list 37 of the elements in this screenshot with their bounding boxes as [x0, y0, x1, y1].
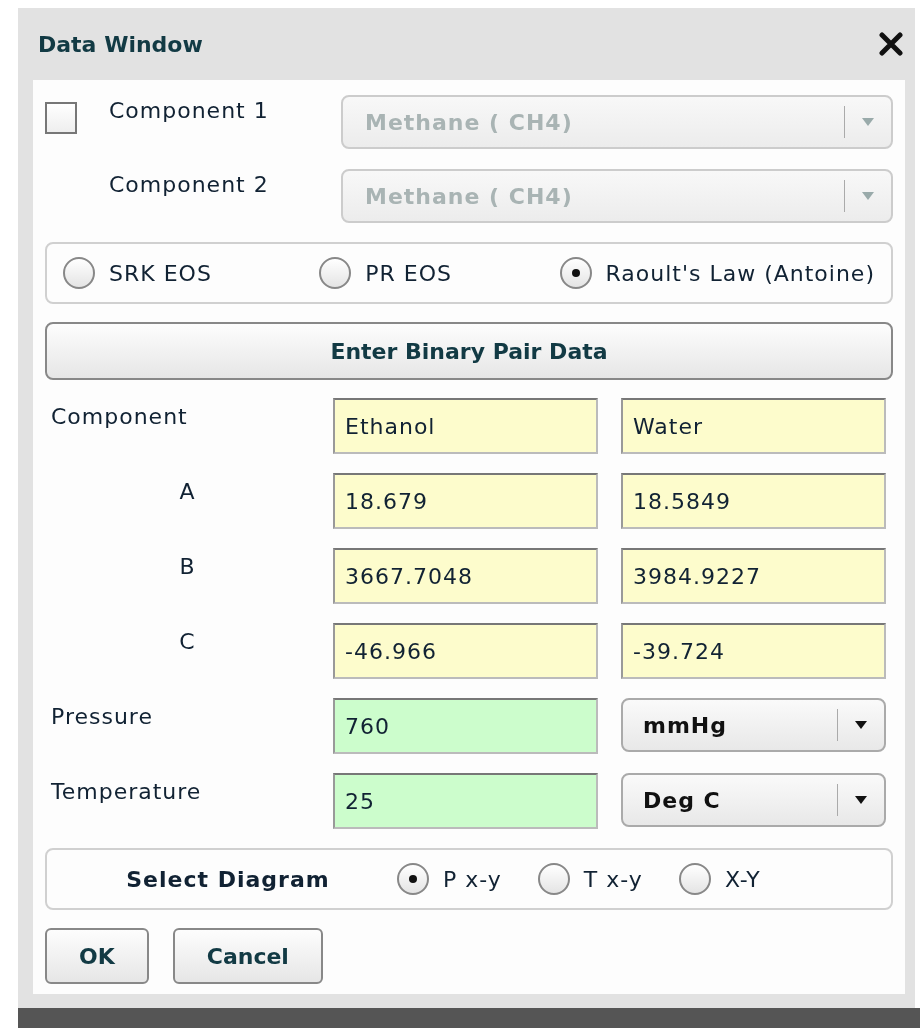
caret-icon: [854, 795, 868, 805]
window-title: Data Window: [38, 31, 203, 57]
unit-dropdown[interactable]: mmHg: [621, 698, 886, 752]
model-radio[interactable]: SRK EOS: [63, 257, 212, 289]
checkbox[interactable]: [45, 102, 77, 134]
model-radio[interactable]: Raoult's Law (Antoine): [559, 257, 875, 289]
ok-button[interactable]: OK: [45, 928, 149, 984]
close-icon[interactable]: [879, 32, 903, 56]
condition-label: Pressure: [50, 703, 154, 729]
parameter-field[interactable]: 3667.7048: [333, 548, 598, 604]
parameter-field[interactable]: 18.679: [333, 473, 598, 529]
cancel-button[interactable]: Cancel: [172, 928, 323, 984]
parameter-field[interactable]: 18.5849: [621, 473, 886, 529]
parameter-label: Component: [50, 403, 189, 429]
diagram-label: Select Diagram: [125, 866, 331, 892]
caret-icon: [861, 191, 875, 201]
component-label: Component 2: [109, 171, 270, 197]
parameter-field[interactable]: Water: [621, 398, 886, 454]
parameter-field[interactable]: -46.966: [333, 623, 598, 679]
component-label: Component 1: [109, 97, 270, 123]
diagram-radio[interactable]: X-Y: [678, 863, 761, 895]
parameter-field[interactable]: Ethanol: [333, 398, 598, 454]
parameter-field[interactable]: -39.724: [621, 623, 886, 679]
diagram-radio[interactable]: P x-y: [397, 863, 502, 895]
parameter-label: B: [178, 553, 197, 579]
condition-field[interactable]: 760: [333, 698, 598, 754]
parameter-label: C: [178, 628, 197, 654]
binary-data-button[interactable]: Enter Binary Pair Data: [45, 322, 893, 380]
diagram-radio[interactable]: T x-y: [537, 863, 643, 895]
parameter-field[interactable]: 3984.9227: [621, 548, 886, 604]
unit-dropdown[interactable]: Deg C: [621, 773, 886, 827]
model-radio[interactable]: PR EOS: [319, 257, 453, 289]
condition-field[interactable]: 25: [333, 773, 598, 829]
caret-icon: [854, 720, 868, 730]
parameter-label: A: [178, 478, 197, 504]
condition-label: Temperature: [50, 778, 203, 804]
caret-icon: [861, 117, 875, 127]
